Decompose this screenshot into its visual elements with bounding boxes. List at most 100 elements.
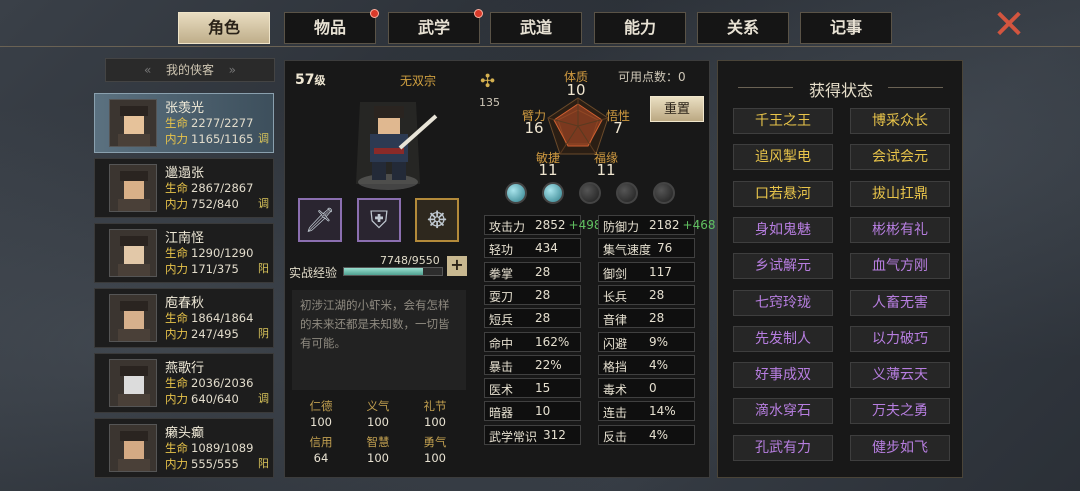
status-badge[interactable]: 口若悬河 xyxy=(733,180,833,207)
status-badge[interactable]: 千王之王 xyxy=(733,108,833,134)
hero-tag: 调 xyxy=(258,392,269,405)
status-badge[interactable]: 万夫之勇 xyxy=(850,398,950,425)
tab-journal[interactable]: 记事 xyxy=(800,12,892,44)
status-badge[interactable]: 滴水穿石 xyxy=(733,398,833,425)
hero-mp: 内力 171/375 xyxy=(165,262,239,276)
sect-name: 无双宗 xyxy=(400,74,437,88)
hero-hp: 生命 2867/2867 xyxy=(165,181,254,195)
status-badge[interactable]: 义薄云天 xyxy=(850,362,950,389)
attribute-label: 防御力 xyxy=(603,220,640,234)
virtue-value: 100 xyxy=(367,451,389,465)
status-badge[interactable]: 健步如飞 xyxy=(850,434,950,461)
virtue-item: 智慧 100 xyxy=(350,434,406,468)
attribute-value: 28 xyxy=(535,311,551,326)
status-badge[interactable]: 好事成双 xyxy=(733,362,833,389)
attribute-label: 耍刀 xyxy=(489,289,514,304)
status-badge[interactable]: 人畜无害 xyxy=(850,289,950,316)
hero-name: 江南怪 xyxy=(165,231,205,246)
tab-martial-arts[interactable]: 武学 xyxy=(388,9,483,44)
accessory-slot[interactable]: ☸ xyxy=(415,198,459,242)
hero-name: 癞头癫 xyxy=(165,426,205,441)
hero-list-item[interactable]: 癞头癫 生命 1089/1089 内力 555/555 阳 xyxy=(94,418,274,478)
virtue-label: 信用 xyxy=(309,435,333,449)
status-badge[interactable]: 以力破巧 xyxy=(850,325,950,352)
attribute-row: 毒术 0 xyxy=(598,378,695,399)
virtue-value: 100 xyxy=(424,415,446,429)
virtue-item: 勇气 100 xyxy=(407,434,463,468)
attribute-row: 拳掌 28 xyxy=(484,261,581,282)
attribute-value: 14% xyxy=(649,404,676,419)
status-badge[interactable]: 身如鬼魅 xyxy=(733,216,833,243)
hero-hp: 生命 1290/1290 xyxy=(165,246,254,260)
hero-hp: 生命 1864/1864 xyxy=(165,311,254,325)
exp-bar xyxy=(343,267,443,276)
attribute-value: 28 xyxy=(649,287,665,302)
meridian-orb-icon[interactable] xyxy=(653,182,675,204)
tab-abilities[interactable]: 能力 xyxy=(594,12,686,44)
status-badge[interactable]: 孔武有力 xyxy=(733,434,833,461)
attribute-label: 音律 xyxy=(603,313,628,328)
attribute-row: 闪避 9% xyxy=(598,331,695,352)
status-badge[interactable]: 乡试解元 xyxy=(733,253,833,280)
weapon-slot[interactable]: 🗡 xyxy=(298,198,342,242)
attribute-value: 0 xyxy=(649,381,657,396)
character-description: 初涉江湖的小虾米，会有怎样的未来还都是未知数，一切皆有可能。 xyxy=(292,290,466,390)
attribute-value: 9% xyxy=(649,334,669,349)
attribute-label: 毒术 xyxy=(603,383,628,398)
tab-character[interactable]: 角色 xyxy=(178,12,270,44)
attribute-label: 长兵 xyxy=(603,289,628,304)
hero-list-item[interactable]: 邋遢张 生命 2867/2867 内力 752/840 调 xyxy=(94,158,274,218)
tab-martial-way[interactable]: 武道 xyxy=(490,12,582,44)
meridian-orb-icon[interactable] xyxy=(616,182,638,204)
attribute-label: 连击 xyxy=(603,406,628,421)
level-label: 57级 xyxy=(295,72,326,88)
attribute-row: 暴击 22% xyxy=(484,354,581,375)
status-badge[interactable]: 七窍玲珑 xyxy=(733,289,833,316)
virtue-label: 智慧 xyxy=(366,435,390,449)
status-badge[interactable]: 会试会元 xyxy=(850,144,950,171)
attribute-bonus: +468 xyxy=(682,218,716,232)
divider xyxy=(0,46,1080,47)
meridian-orb-icon[interactable] xyxy=(579,182,601,204)
meridian-orb-icon[interactable] xyxy=(542,182,564,204)
add-exp-button[interactable]: + xyxy=(447,256,467,276)
stat-value-strength: 16 xyxy=(524,119,544,137)
attribute-label: 反击 xyxy=(603,429,628,444)
hero-list-item[interactable]: 庖春秋 生命 1864/1864 内力 247/495 阴 xyxy=(94,288,274,348)
armor-slot[interactable]: ⛨ xyxy=(357,198,401,242)
attribute-label: 格挡 xyxy=(603,359,628,374)
virtue-label: 仁德 xyxy=(309,399,333,413)
status-badge[interactable]: 拔山扛鼎 xyxy=(850,180,950,207)
hero-hp: 生命 1089/1089 xyxy=(165,441,254,455)
available-points: 可用点数：0 xyxy=(618,70,686,84)
tab-relations[interactable]: 关系 xyxy=(697,12,789,44)
stat-radar-chart xyxy=(547,97,609,155)
status-badge[interactable]: 先发制人 xyxy=(733,325,833,352)
reset-button[interactable]: 重置 xyxy=(650,96,704,122)
attribute-row: 防御力 2182 +468 xyxy=(598,215,716,235)
hero-list-item[interactable]: 张羡光 生命 2277/2277 内力 1165/1165 调 xyxy=(94,93,274,153)
hero-list-item[interactable]: 江南怪 生命 1290/1290 内力 171/375 阳 xyxy=(94,223,274,283)
meridian-orb-icon[interactable] xyxy=(505,182,527,204)
tab-items[interactable]: 物品 xyxy=(284,9,379,44)
hero-name: 庖春秋 xyxy=(165,296,205,311)
attribute-row: 反击 4% xyxy=(598,424,695,445)
virtue-label: 礼节 xyxy=(423,399,447,413)
attribute-row: 御剑 117 xyxy=(598,261,695,282)
exp-label: 实战经验 xyxy=(289,266,338,280)
attribute-row: 暗器 10 xyxy=(484,401,581,422)
attribute-row: 武学常识 312 xyxy=(484,424,581,445)
hero-list-item[interactable]: 燕歌行 生命 2036/2036 内力 640/640 调 xyxy=(94,353,274,413)
attribute-row: 连击 14% xyxy=(598,401,695,422)
avatar xyxy=(109,229,157,277)
attribute-row: 格挡 4% xyxy=(598,354,695,375)
close-x-icon[interactable]: ✕ xyxy=(990,5,1028,45)
status-badge[interactable]: 彬彬有礼 xyxy=(850,216,950,243)
tab-bar: 角色 物品 武学 武道 能力 关系 记事 xyxy=(178,9,898,46)
status-badge[interactable]: 博采众长 xyxy=(850,108,950,134)
status-badge[interactable]: 追风掣电 xyxy=(733,144,833,171)
attribute-label: 武学常识 xyxy=(489,429,538,444)
hero-name: 张羡光 xyxy=(165,101,205,116)
attribute-row: 集气速度 76 xyxy=(598,238,695,259)
status-badge[interactable]: 血气方刚 xyxy=(850,253,950,280)
